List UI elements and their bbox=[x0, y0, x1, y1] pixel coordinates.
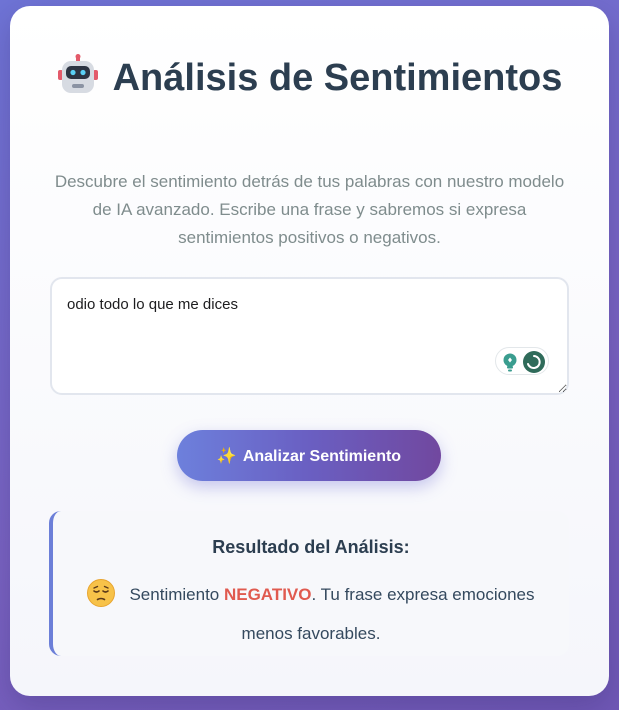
sparkles-icon: ✨ bbox=[216, 447, 237, 465]
writing-assistant-widget[interactable] bbox=[495, 347, 549, 375]
analyze-button-label: Analizar Sentimiento bbox=[242, 447, 402, 465]
result-prefix: Sentimiento bbox=[129, 585, 224, 604]
page-title: Análisis de Sentimientos bbox=[10, 52, 609, 110]
sentiment-label: NEGATIVO bbox=[223, 585, 312, 604]
lightbulb-icon[interactable] bbox=[501, 352, 519, 377]
swirl-icon[interactable] bbox=[522, 350, 546, 379]
result-message: Sentimiento NEGATIVO. Tu frase expresa e… bbox=[73, 579, 549, 650]
page-subtitle: Descubre el sentimiento detrás de tus pa… bbox=[54, 172, 565, 247]
robot-icon bbox=[57, 54, 99, 110]
page-title-text: Análisis de Sentimientos bbox=[112, 57, 563, 99]
sentence-input-wrapper bbox=[50, 277, 569, 395]
sentence-input[interactable] bbox=[50, 277, 569, 395]
result-title: Resultado del Análisis: bbox=[212, 537, 410, 557]
result-panel: Resultado del Análisis: Sentimiento NEGA… bbox=[49, 511, 569, 656]
pensive-face-icon bbox=[87, 579, 116, 618]
analyze-button[interactable]: ✨ Analizar Sentimiento bbox=[177, 430, 441, 481]
analysis-card: Análisis de Sentimientos Descubre el sen… bbox=[10, 6, 609, 696]
